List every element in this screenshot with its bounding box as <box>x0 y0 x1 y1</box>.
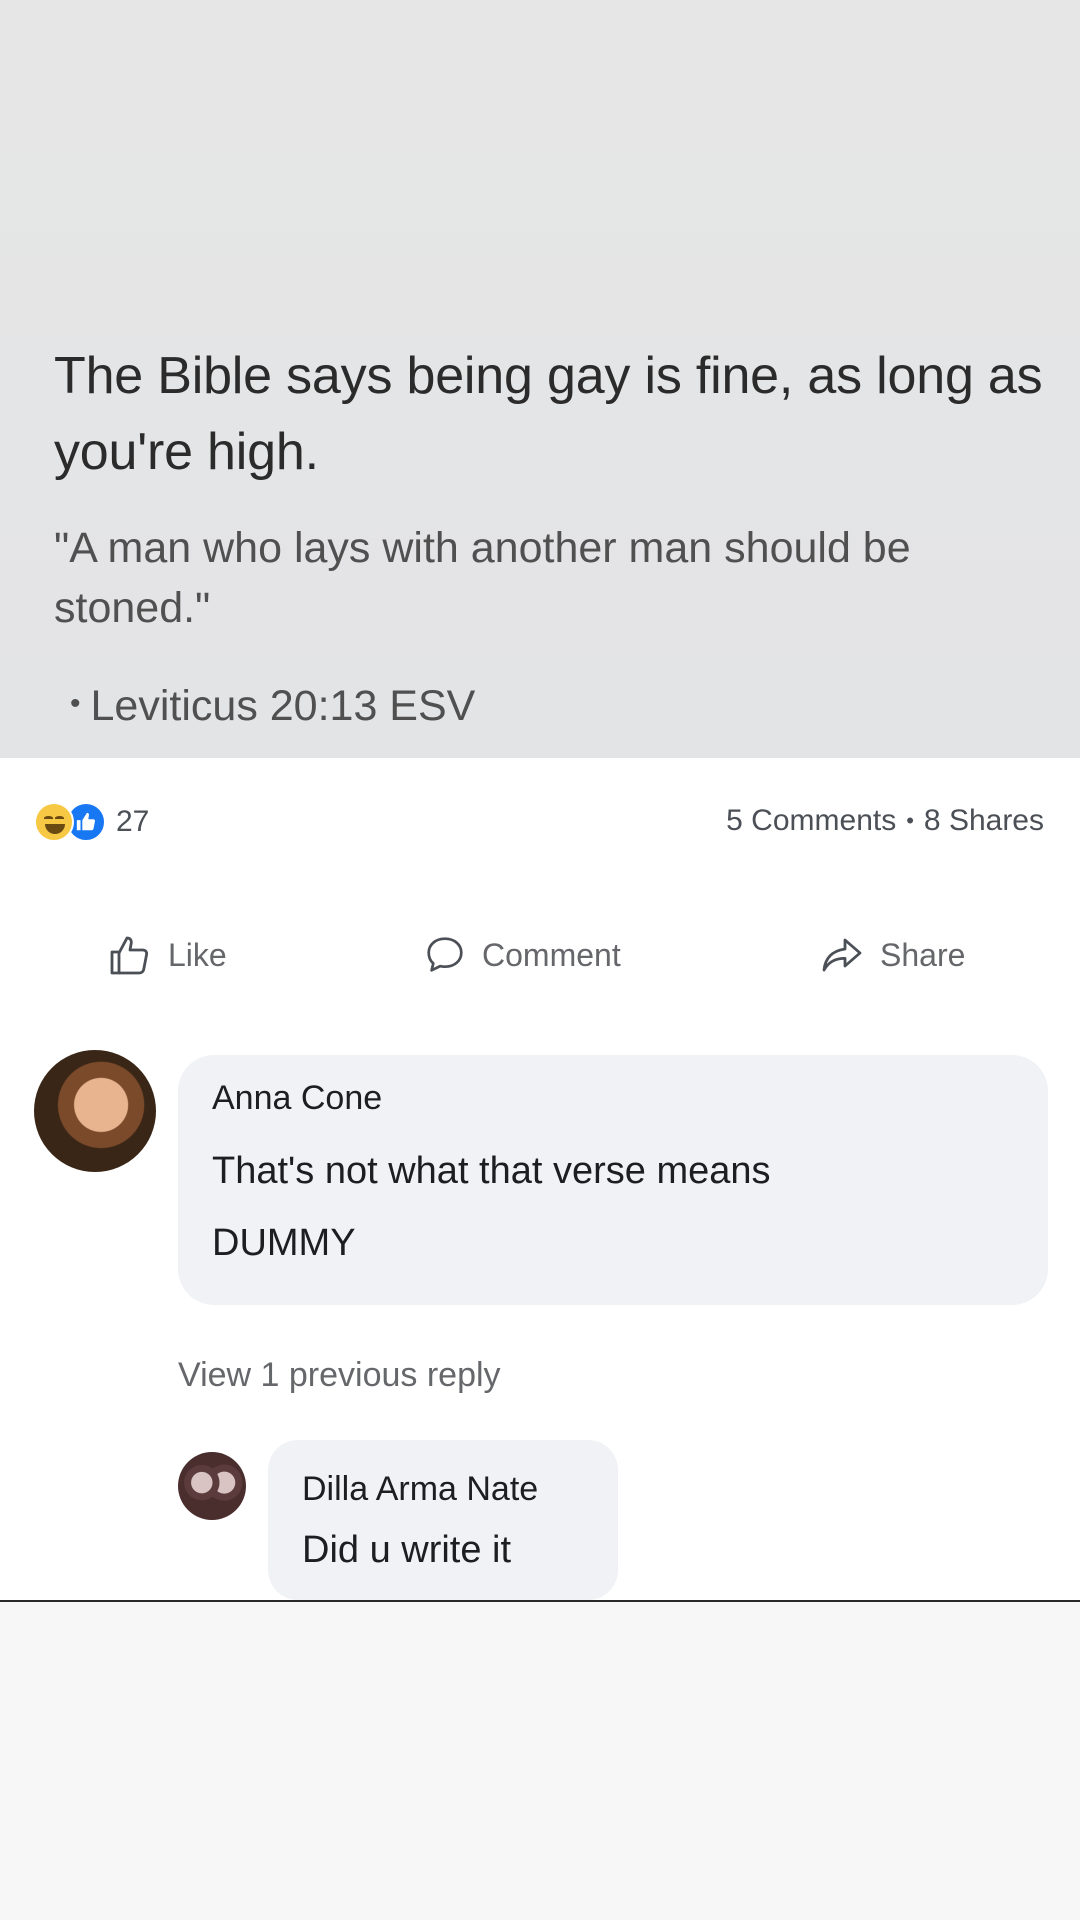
facebook-post-screenshot: The Bible says being gay is fine, as lon… <box>0 0 1080 1602</box>
reply-author[interactable]: Dilla Arma Nate <box>302 1470 538 1509</box>
shares-count-link[interactable]: 8 Shares <box>924 804 1044 838</box>
share-button-label: Share <box>880 936 966 973</box>
share-button[interactable]: Share <box>818 925 965 985</box>
stats-separator: • <box>906 808 914 833</box>
reaction-count: 27 <box>116 805 150 838</box>
comment-button[interactable]: Comment <box>422 925 621 985</box>
meme-image: The Bible says being gay is fine, as lon… <box>0 0 1080 758</box>
comment-author[interactable]: Anna Cone <box>212 1079 382 1118</box>
citation-text: Leviticus 20:13 ESV <box>90 682 476 730</box>
reply-bubble: Dilla Arma Nate Did u write it <box>268 1440 618 1600</box>
comment-bubble: Anna Cone That's not what that verse mea… <box>178 1055 1048 1305</box>
thumbs-up-icon <box>110 936 149 975</box>
post-action-bar: Like Comment Share <box>0 925 1080 985</box>
comments-count-link[interactable]: 5 Comments <box>726 804 896 838</box>
view-previous-reply-link[interactable]: View 1 previous reply <box>178 1356 501 1395</box>
reaction-summary[interactable]: 27 <box>34 800 149 844</box>
comment-line: That's not what that verse means <box>212 1150 771 1192</box>
citation-bullet: • <box>70 687 81 720</box>
meme-citation: • Leviticus 20:13 ESV <box>70 680 475 732</box>
post-stats: 5 Comments • 8 Shares <box>726 804 1044 838</box>
comment-text: That's not what that verse means DUMMY <box>212 1135 1032 1279</box>
reply-text: Did u write it <box>302 1529 512 1571</box>
speech-bubble-icon <box>427 937 463 972</box>
share-arrow-icon <box>822 938 862 972</box>
meme-headline: The Bible says being gay is fine, as lon… <box>54 347 1043 481</box>
avatar[interactable] <box>178 1452 246 1520</box>
haha-emoji-icon <box>34 802 74 842</box>
meme-quote: "A man who lays with another man should … <box>54 524 911 632</box>
comment-line: DUMMY <box>212 1222 356 1264</box>
like-button[interactable]: Like <box>106 925 227 985</box>
comment-button-label: Comment <box>482 936 621 973</box>
avatar[interactable] <box>34 1050 156 1172</box>
like-button-label: Like <box>168 936 227 973</box>
